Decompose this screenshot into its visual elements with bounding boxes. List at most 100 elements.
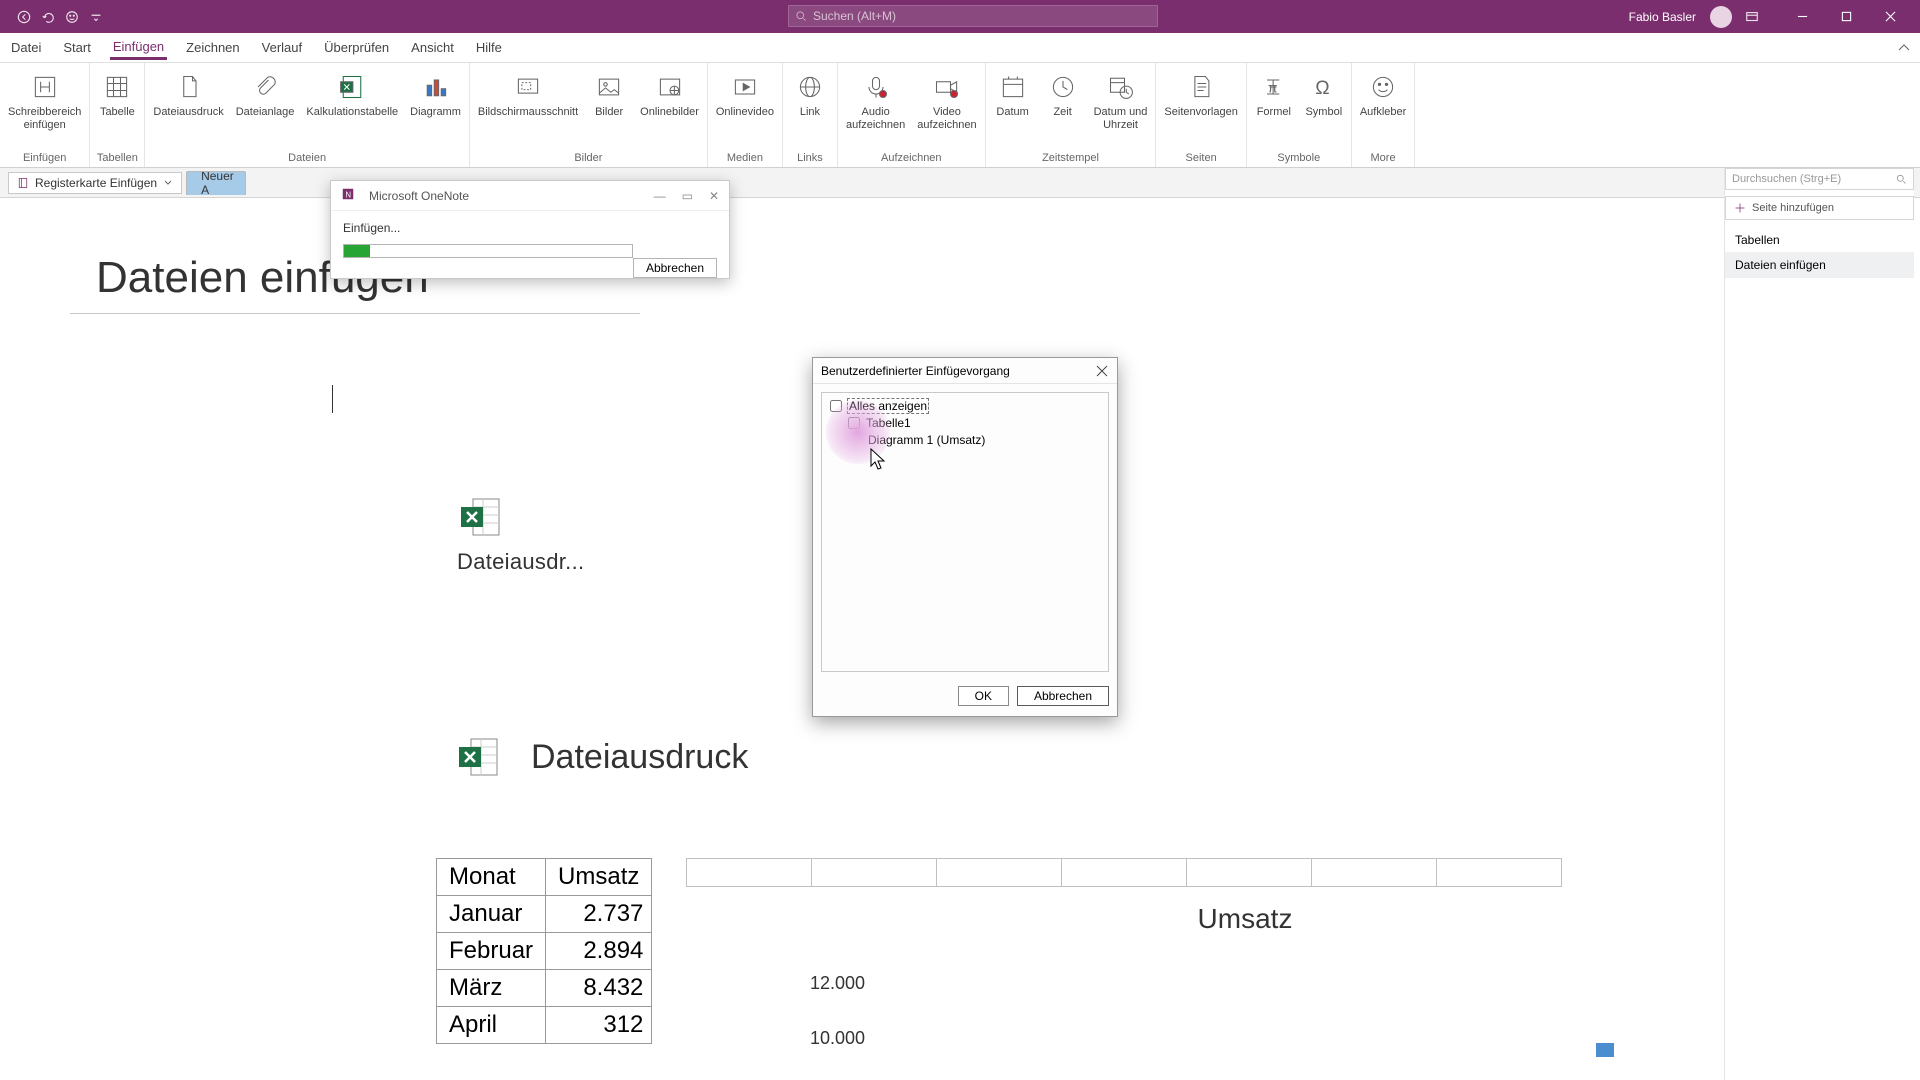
ribbon-group-dateien: Dateien: [147, 150, 467, 167]
ribbon-seitenvorlagen[interactable]: Seitenvorlagen: [1158, 67, 1243, 150]
checkbox-tabelle1[interactable]: [848, 417, 860, 429]
ribbon-video-aufzeichnen[interactable]: Video aufzeichnen: [911, 67, 982, 150]
page-panel: Durchsuchen (Strg+E) Seite hinzufügen Ta…: [1724, 168, 1914, 1080]
menu-tabs: Datei Start Einfügen Zeichnen Verlauf Üb…: [0, 33, 1920, 63]
add-page-button[interactable]: Seite hinzufügen: [1725, 196, 1914, 220]
search-input[interactable]: [813, 9, 1151, 23]
cell: 2.894: [546, 933, 652, 970]
qat-more-icon[interactable]: [88, 9, 104, 25]
ribbon-onlinebilder[interactable]: Onlinebilder: [634, 67, 705, 150]
title-underline: [70, 313, 640, 314]
section-row: Registerkarte Einfügen Neuer A: [0, 168, 1920, 198]
search-icon: [795, 10, 807, 22]
ribbon-group-zeitstempel: Zeitstempel: [988, 150, 1154, 167]
smiley-icon[interactable]: [64, 9, 80, 25]
ribbon-group-more: More: [1354, 150, 1412, 167]
ribbon-group-aufzeichnen: Aufzeichnen: [840, 150, 983, 167]
ribbon-bilder[interactable]: Bilder: [584, 67, 634, 150]
cancel-button[interactable]: Abbrechen: [633, 258, 717, 278]
svg-text:Ω: Ω: [1315, 78, 1329, 99]
dialog-insert-title: Benutzerdefinierter Einfügevorgang: [821, 364, 1010, 378]
ribbon-group-bilder: Bilder: [472, 150, 705, 167]
ribbon-zeit[interactable]: Zeit: [1038, 67, 1088, 150]
dialog-progress-msg: Einfügen...: [343, 221, 717, 235]
ribbon-diagramm[interactable]: Diagramm: [404, 67, 467, 150]
ribbon-group-seiten: Seiten: [1158, 150, 1243, 167]
y-tick: 10.000: [810, 1028, 865, 1049]
minimize-button[interactable]: [1780, 0, 1824, 33]
col-monat: Monat: [437, 859, 546, 896]
search-icon: [1895, 173, 1907, 185]
user-name[interactable]: Fabio Basler: [1629, 10, 1696, 24]
undo-icon[interactable]: [40, 9, 56, 25]
cell: 2.737: [546, 896, 652, 933]
ribbon-group-tabellen: Tabellen: [92, 150, 142, 167]
ribbon-insert-space[interactable]: Schreibbereich einfügen: [2, 67, 87, 150]
ribbon-audio-aufzeichnen[interactable]: Audio aufzeichnen: [840, 67, 911, 150]
ribbon-datum[interactable]: Datum: [988, 67, 1038, 150]
back-icon[interactable]: [16, 9, 32, 25]
cell: 8.432: [546, 970, 652, 1007]
titlebar: Dateien einfügen - OneNote Fabio Basler: [0, 0, 1920, 33]
plus-icon: [1734, 202, 1746, 214]
cell: April: [437, 1007, 546, 1044]
inserted-chart[interactable]: Umsatz 12.000 10.000: [810, 903, 1680, 959]
close-icon[interactable]: ✕: [709, 189, 719, 203]
ribbon-formel[interactable]: πFormel: [1249, 67, 1299, 150]
embedded-file-2[interactable]: Dateiausdruck: [455, 733, 748, 781]
notebook-dropdown[interactable]: Registerkarte Einfügen: [8, 172, 182, 194]
checkbox-alles-anzeigen[interactable]: [830, 400, 842, 412]
ribbon-table[interactable]: Tabelle: [92, 67, 142, 150]
menu-zeichnen[interactable]: Zeichnen: [175, 33, 250, 63]
dialog-progress: N Microsoft OneNote — ▭ ✕ Einfügen... Ab…: [330, 180, 730, 279]
ribbon-datum-uhrzeit[interactable]: Datum und Uhrzeit: [1088, 67, 1154, 150]
ribbon: Schreibbereich einfügen Einfügen Tabelle…: [0, 63, 1920, 168]
progress-bar: [343, 244, 633, 258]
cancel-button[interactable]: Abbrechen: [1017, 686, 1109, 706]
avatar[interactable]: [1710, 6, 1732, 28]
tree-item-tabelle1[interactable]: Tabelle1: [866, 416, 911, 430]
page-search-placeholder: Durchsuchen (Strg+E): [1732, 173, 1841, 185]
menu-einfuegen[interactable]: Einfügen: [102, 33, 175, 63]
tree-item-diagramm1[interactable]: Diagramm 1 (Umsatz): [868, 433, 985, 447]
ribbon-aufkleber[interactable]: Aufkleber: [1354, 67, 1412, 150]
ribbon-dateianlage[interactable]: Dateianlage: [230, 67, 301, 150]
close-icon[interactable]: [1095, 364, 1109, 378]
inserted-table[interactable]: MonatUmsatz Januar2.737 Februar2.894 Mär…: [436, 858, 652, 1044]
menu-datei[interactable]: Datei: [0, 33, 52, 63]
chart-bar: [1596, 1043, 1614, 1057]
cell: März: [437, 970, 546, 1007]
section-tab[interactable]: Neuer A: [186, 171, 246, 195]
maximize-button[interactable]: [1824, 0, 1868, 33]
ribbon-kalkulationstabelle[interactable]: Kalkulationstabelle: [300, 67, 404, 150]
search-box[interactable]: [788, 5, 1158, 27]
ok-button[interactable]: OK: [958, 686, 1009, 706]
ribbon-dateiausdruck[interactable]: Dateiausdruck: [147, 67, 229, 150]
dialog-insert-tree: Alles anzeigen Tabelle1 Diagramm 1 (Umsa…: [821, 392, 1109, 672]
close-button[interactable]: [1868, 0, 1912, 33]
maximize-icon[interactable]: ▭: [682, 189, 693, 203]
cell: Januar: [437, 896, 546, 933]
ribbon-symbol[interactable]: ΩSymbol: [1299, 67, 1349, 150]
page-item-dateien-einfuegen[interactable]: Dateien einfügen: [1725, 253, 1914, 278]
ribbon-link[interactable]: Link: [785, 67, 835, 150]
y-tick: 12.000: [810, 973, 865, 994]
menu-ueberpruefen[interactable]: Überprüfen: [313, 33, 400, 63]
collapse-ribbon-icon[interactable]: [1896, 40, 1912, 56]
minimize-icon[interactable]: —: [654, 189, 666, 203]
ribbon-group-links: Links: [785, 150, 835, 167]
ribbon-bildschirmausschnitt[interactable]: Bildschirmausschnitt: [472, 67, 584, 150]
ribbon-display-icon[interactable]: [1744, 9, 1760, 25]
notebook-name: Registerkarte Einfügen: [35, 176, 157, 190]
tree-item-root[interactable]: Alles anzeigen: [848, 399, 928, 413]
menu-hilfe[interactable]: Hilfe: [465, 33, 513, 63]
svg-text:π: π: [1268, 79, 1278, 95]
menu-start[interactable]: Start: [52, 33, 101, 63]
page-search[interactable]: Durchsuchen (Strg+E): [1725, 168, 1914, 190]
menu-verlauf[interactable]: Verlauf: [251, 33, 313, 63]
embedded-file-1[interactable]: Dateiausdr...: [457, 493, 584, 575]
menu-ansicht[interactable]: Ansicht: [400, 33, 465, 63]
ribbon-onlinevideo[interactable]: Onlinevideo: [710, 67, 780, 150]
page-item-tabellen[interactable]: Tabellen: [1725, 228, 1914, 253]
cell: Februar: [437, 933, 546, 970]
